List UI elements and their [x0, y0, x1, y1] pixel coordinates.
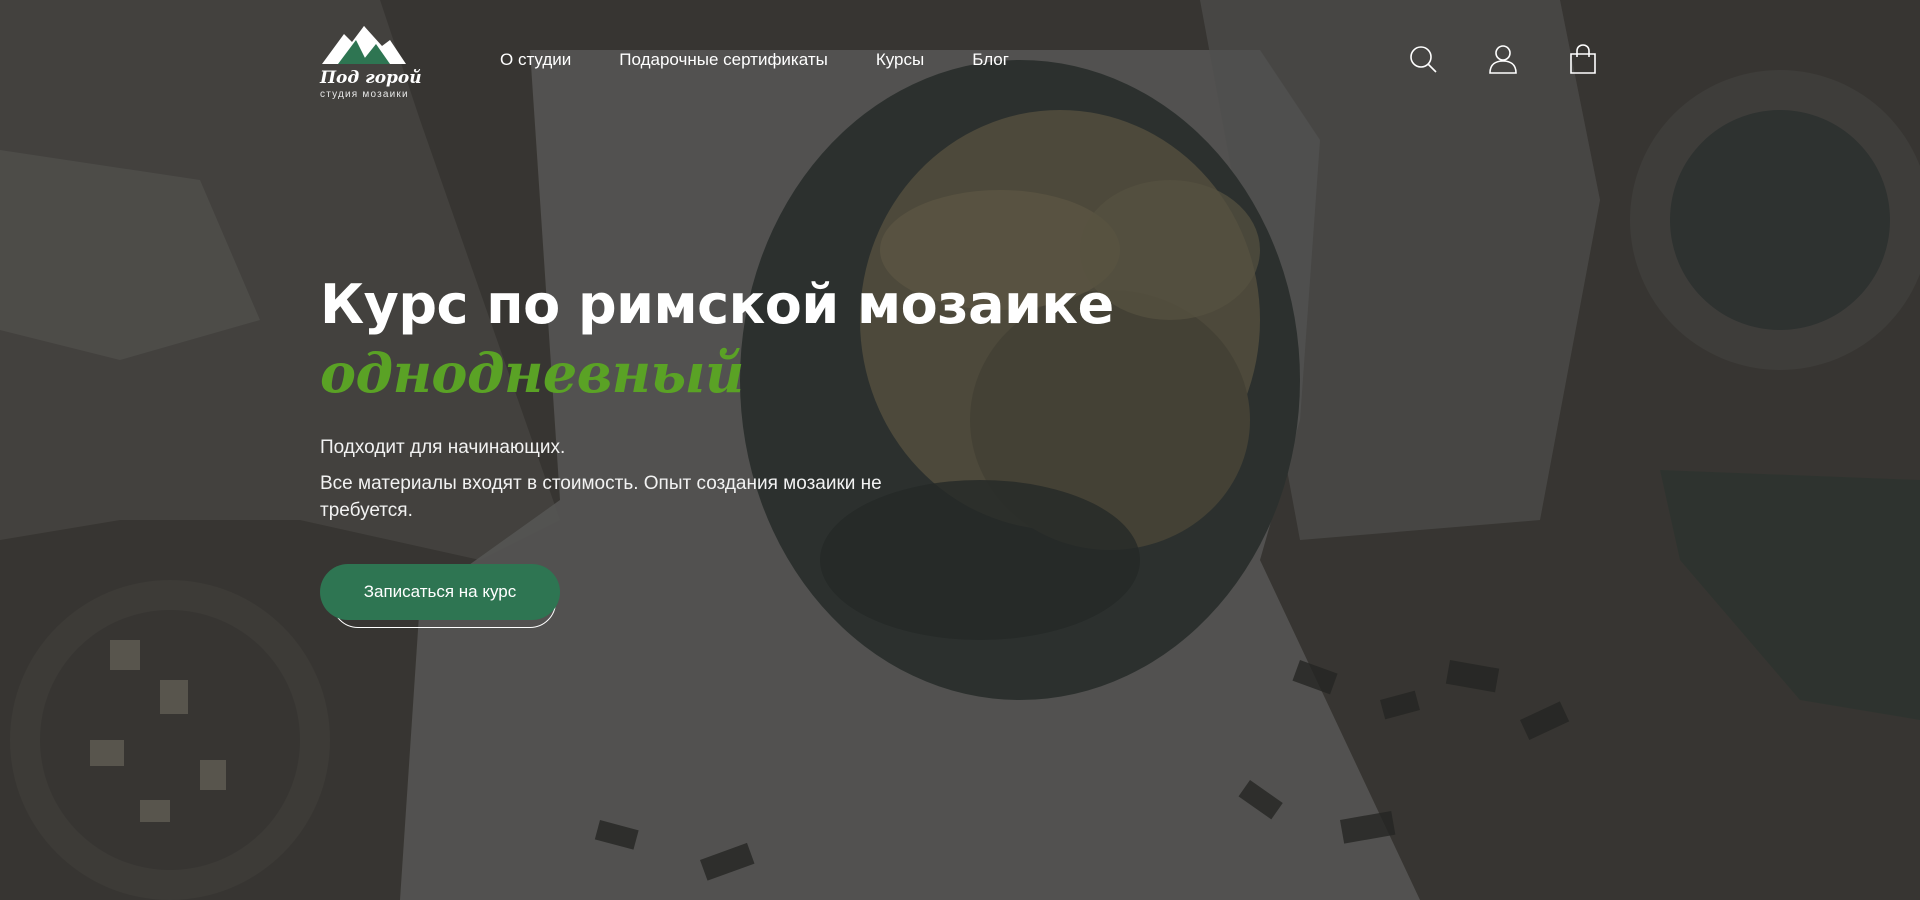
- nav-item-gift-certificates[interactable]: Подарочные сертификаты: [619, 50, 828, 70]
- main-nav: О студии Подарочные сертификаты Курсы Бл…: [500, 50, 1009, 70]
- nav-item-about[interactable]: О студии: [500, 50, 571, 70]
- cta-container: Записаться на курс: [320, 564, 570, 634]
- brand-tagline: студия мозаики: [320, 89, 409, 100]
- site-header: Под горой студия мозаики О студии Подаро…: [0, 0, 1920, 125]
- nav-item-courses[interactable]: Курсы: [876, 50, 924, 70]
- hero-description: Подходит для начинающих. Все материалы в…: [320, 434, 920, 524]
- mountain-logo-icon: [322, 26, 406, 64]
- brand-logo[interactable]: Под горой студия мозаики: [318, 24, 422, 104]
- hero-section: Под горой студия мозаики О студии Подаро…: [0, 0, 1920, 900]
- nav-item-blog[interactable]: Блог: [972, 50, 1009, 70]
- hero-content: Курс по римской мозаике однодневный Подх…: [320, 272, 1120, 634]
- hero-title-accent: однодневный: [320, 341, 744, 405]
- enroll-course-button[interactable]: Записаться на курс: [320, 564, 560, 620]
- hero-title-text: Курс по римской мозаике: [320, 273, 1114, 336]
- hero-description-line-1: Подходит для начинающих.: [320, 437, 566, 458]
- search-icon[interactable]: [1408, 44, 1438, 74]
- brand-name: Под горой: [320, 68, 422, 88]
- user-icon[interactable]: [1488, 44, 1518, 74]
- header-actions: [1408, 44, 1598, 74]
- shopping-bag-icon[interactable]: [1568, 44, 1598, 74]
- hero-title: Курс по римской мозаике однодневный: [320, 272, 1120, 406]
- hero-description-line-2: Все материалы входят в стоимость. Опыт с…: [320, 473, 882, 521]
